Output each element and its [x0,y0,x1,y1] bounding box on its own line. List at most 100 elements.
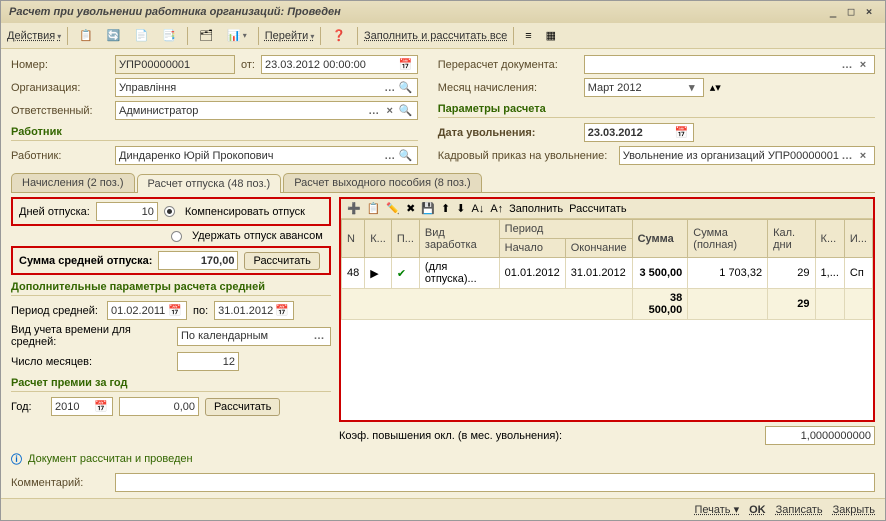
year-field[interactable]: 2010 [55,401,93,413]
select-icon[interactable]: … [382,150,398,162]
extra-params-section: Дополнительные параметры расчета средней [11,281,331,296]
goto-menu[interactable]: Перейти▾ [265,30,315,42]
calendar-icon[interactable]: 📅 [398,58,414,71]
calc-link[interactable]: Рассчитать [569,203,626,215]
ok-button[interactable]: OK [749,504,766,516]
params-section: Параметры расчета [438,103,875,118]
clear-icon[interactable]: × [855,150,871,162]
sort-za-icon[interactable]: A↑ [490,203,503,215]
tabs: Начисления (2 поз.) Расчет отпуска (48 п… [11,173,875,193]
copy-icon[interactable]: 📋 [367,202,381,215]
vac-days-label: Дней отпуска: [19,206,90,218]
fill-calc-button[interactable]: Заполнить и рассчитать все [364,30,507,42]
save-button[interactable]: Записать [776,504,823,516]
avg-sum-field[interactable]: 170,00 [162,255,234,267]
time-acc-field[interactable]: По календарным [181,330,311,342]
open-icon[interactable]: 🔍 [398,104,414,117]
down-icon[interactable]: ⬇ [456,202,465,215]
actions-menu[interactable]: Действия▾ [7,30,61,42]
close-button[interactable]: Закрыть [833,504,875,516]
radio-hold[interactable] [171,231,182,242]
resp-label: Ответственный: [11,105,109,117]
calendar-icon[interactable]: 📅 [274,304,290,317]
toolbar-icon-1[interactable]: 📋 [74,26,98,45]
hold-label: Удержать отпуск авансом [192,230,323,242]
select-icon[interactable]: … [839,59,855,71]
org-label: Организация: [11,82,109,94]
recalc-label: Перерасчет документа: [438,59,578,71]
spin-up-icon[interactable]: ▴▾ [710,81,721,94]
compensate-label: Компенсировать отпуск [185,206,305,218]
select-icon[interactable]: … [382,82,398,94]
calendar-icon[interactable]: 📅 [93,400,109,413]
number-field: УПР00000001 [119,59,231,71]
print-button[interactable]: Печать ▾ [694,503,739,516]
sort-az-icon[interactable]: A↓ [471,203,484,215]
tab-vacation[interactable]: Расчет отпуска (48 поз.) [137,174,282,193]
edit-icon[interactable]: ✏️ [386,202,400,215]
month-label: Месяц начисления: [438,82,578,94]
number-label: Номер: [11,59,109,71]
avg-sum-label: Сумма средней отпуска: [19,255,152,267]
radio-compensate[interactable] [164,206,175,217]
period-avg-label: Период средней: [11,305,101,317]
fill-link[interactable]: Заполнить [509,203,563,215]
coef-field[interactable]: 1,0000000000 [769,430,871,442]
select-icon[interactable]: … [366,105,382,117]
close-icon[interactable]: × [861,5,877,19]
toolbar-icon-6[interactable]: 📊▾ [222,26,252,45]
months-field[interactable]: 12 [181,356,235,368]
calc-button[interactable]: Рассчитать [244,252,319,270]
maximize-icon[interactable]: □ [843,5,859,19]
data-grid[interactable]: N К... П... Вид заработка Период Сумма С… [341,219,873,320]
delete-icon[interactable]: ✖ [406,202,415,215]
tab-severance[interactable]: Расчет выходного пособия (8 поз.) [283,173,481,192]
month-field[interactable]: Март 2012 [588,82,684,94]
toolbar-icon-3[interactable]: 📄 [130,26,154,45]
dropdown-icon[interactable]: ▾ [684,81,700,94]
info-icon: ⓘ [11,451,22,467]
order-field[interactable]: Увольнение из организаций УПР00000001 [623,150,839,162]
clear-icon[interactable]: × [382,105,398,117]
period-from-field[interactable]: 01.02.2011 [111,305,167,317]
select-icon[interactable]: … [839,150,855,162]
bonus-sum-field[interactable]: 0,00 [123,401,195,413]
coef-label: Коэф. повышения окл. (в мес. увольнения)… [339,430,562,442]
table-total-row: 38 500,00 29 [342,289,873,320]
date-field[interactable]: 23.03.2012 00:00:00 [265,59,398,71]
main-toolbar: Действия▾ 📋 🔄 📄 📑 🗂 📊▾ Перейти▾ ❓ Заполн… [1,23,885,49]
calc-bonus-button[interactable]: Рассчитать [205,398,280,416]
minimize-icon[interactable]: _ [825,5,841,19]
months-label: Число месяцев: [11,356,171,368]
calendar-icon[interactable]: 📅 [167,304,183,317]
window-title: Расчет при увольнении работника организа… [9,6,823,18]
comment-label: Комментарий: [11,477,109,489]
status-text: Документ рассчитан и проведен [28,453,193,465]
dismiss-date-field[interactable]: 23.03.2012 [588,127,674,139]
open-icon[interactable]: 🔍 [398,149,414,162]
toolbar-icon-4[interactable]: 📑 [157,26,181,45]
worker-section: Работник [11,126,418,141]
dismiss-date-label: Дата увольнения: [438,127,578,139]
help-icon[interactable]: ❓ [327,26,351,45]
tab-accruals[interactable]: Начисления (2 поз.) [11,173,135,192]
save-icon[interactable]: 💾 [421,202,435,215]
worker-field[interactable]: Диндаренко Юрій Прокопович [119,150,382,162]
toolbar-icon-5[interactable]: 🗂 [194,26,218,45]
vac-days-field[interactable]: 10 [100,206,154,218]
clear-icon[interactable]: × [855,59,871,71]
open-icon[interactable]: 🔍 [398,81,414,94]
toolbar-icon-8[interactable]: ▦ [541,26,561,45]
worker-label: Работник: [11,150,109,162]
toolbar-icon-2[interactable]: 🔄 [102,26,126,45]
select-icon[interactable]: … [311,330,327,342]
add-icon[interactable]: ➕ [347,202,361,215]
org-field[interactable]: Управління [119,82,382,94]
calendar-icon[interactable]: 📅 [674,126,690,139]
up-icon[interactable]: ⬆ [441,202,450,215]
grid-toolbar: ➕ 📋 ✏️ ✖ 💾 ⬆ ⬇ A↓ A↑ Заполнить Рассчитат… [341,199,873,219]
table-row[interactable]: 48 ▶ ✔ (для отпуска)... 01.01.2012 31.01… [342,258,873,289]
resp-field[interactable]: Администратор [119,105,366,117]
toolbar-icon-7[interactable]: ≡ [520,27,536,45]
period-to-field[interactable]: 31.01.2012 [218,305,274,317]
